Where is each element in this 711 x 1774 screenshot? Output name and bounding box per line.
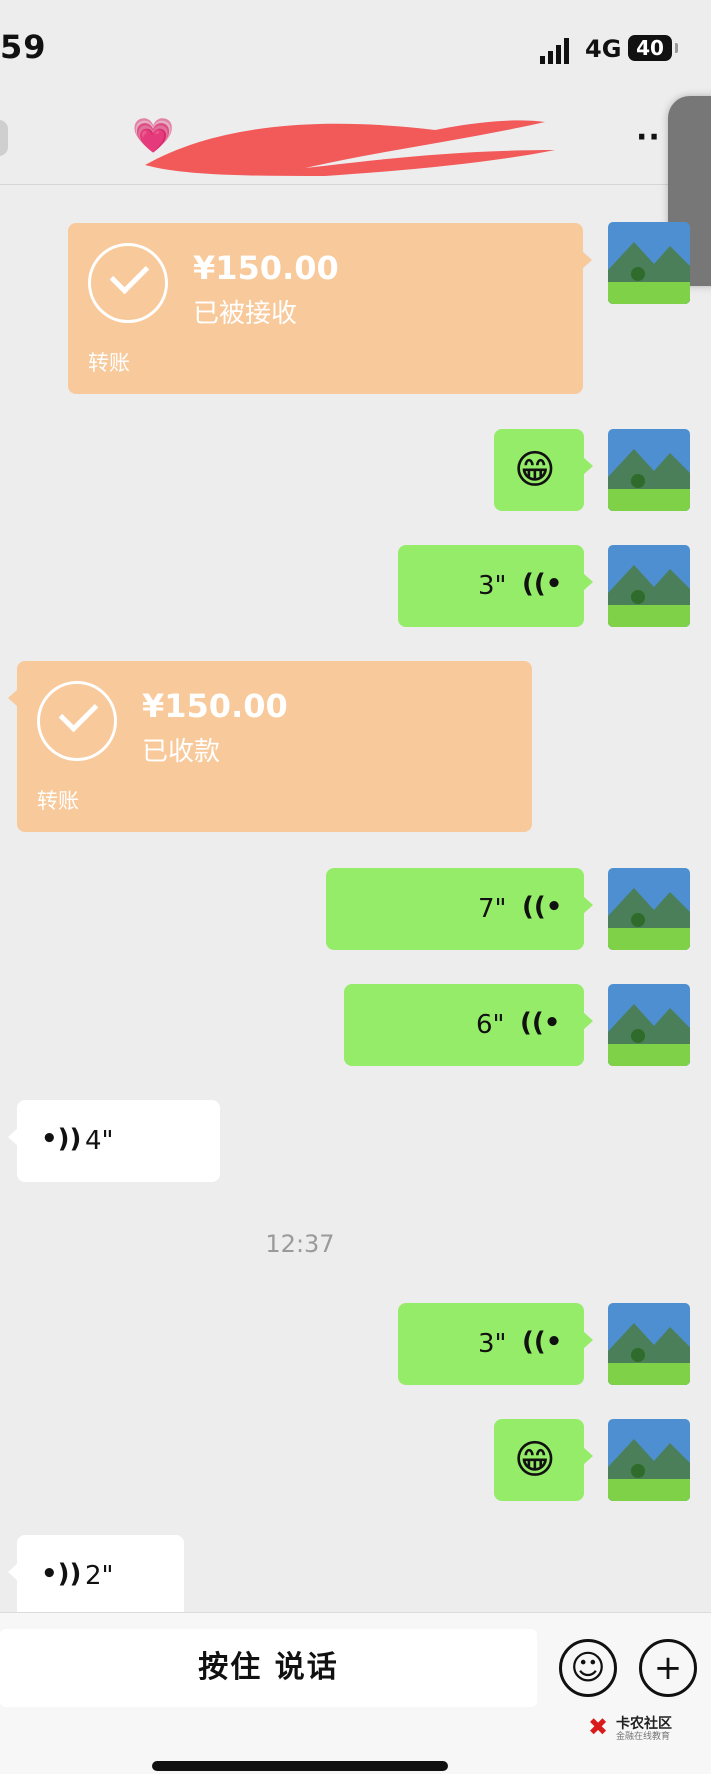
transfer-card[interactable]: ¥150.00 已被接收 转账 — [68, 223, 592, 394]
landscape-avatar-image — [608, 545, 690, 627]
check-circle-icon — [88, 243, 168, 323]
voice-message[interactable]: 7" ((• — [326, 868, 593, 950]
home-indicator — [152, 1761, 448, 1771]
voice-duration: 6" — [476, 1010, 505, 1040]
status-time: 59 — [0, 28, 47, 66]
voice-wave-icon: ((• — [522, 892, 563, 922]
my-avatar[interactable] — [608, 1303, 690, 1385]
voice-duration: 2" — [85, 1561, 114, 1591]
my-avatar[interactable] — [608, 984, 690, 1066]
watermark-subtitle: 金融在线教育 — [616, 1732, 671, 1742]
network-type: 4G — [585, 35, 622, 63]
landscape-avatar-image — [608, 429, 690, 511]
hold-to-talk-button[interactable]: 按住 说话 — [0, 1629, 537, 1707]
transfer-amount: ¥150.00 — [193, 249, 339, 287]
voice-wave-icon: ((• — [522, 1327, 563, 1357]
plus-icon[interactable]: + — [639, 1639, 697, 1697]
voice-duration: 3" — [478, 571, 507, 601]
transfer-amount: ¥150.00 — [142, 687, 288, 725]
voice-wave-icon: ((• — [520, 1008, 561, 1038]
voice-message[interactable]: 3" ((• — [398, 545, 593, 627]
battery-icon: 40 — [628, 35, 678, 61]
smiley-icon[interactable]: ☺ — [559, 1639, 617, 1697]
status-bar: 59 4G 40 — [0, 0, 711, 100]
voice-message[interactable]: 6" ((• — [344, 984, 593, 1066]
grinning-face-emoji: 😁 — [514, 447, 556, 493]
landscape-avatar-image — [608, 1303, 690, 1385]
more-options-button[interactable]: ·· — [636, 120, 661, 155]
voice-wave-icon: •)) — [41, 1559, 82, 1589]
message-timestamp: 12:37 — [265, 1230, 335, 1258]
chat-header: 💗 ·· — [0, 100, 711, 185]
transfer-label: 转账 — [88, 351, 130, 375]
my-avatar[interactable] — [608, 545, 690, 627]
check-circle-icon — [37, 681, 117, 761]
chat-input-bar: 按住 说话 ☺ + ✖ 卡农社区 金融在线教育 — [0, 1612, 711, 1774]
landscape-avatar-image — [608, 222, 690, 304]
voice-duration: 7" — [478, 894, 507, 924]
redacted-chat-title — [145, 120, 555, 176]
my-avatar[interactable] — [608, 1419, 690, 1501]
transfer-status: 已收款 — [142, 737, 221, 767]
landscape-avatar-image — [608, 984, 690, 1066]
back-button[interactable] — [0, 120, 8, 156]
signal-icon — [540, 38, 569, 64]
voice-wave-icon: ((• — [522, 569, 563, 599]
my-avatar[interactable] — [608, 429, 690, 511]
grinning-face-emoji: 😁 — [514, 1437, 556, 1483]
my-avatar[interactable] — [608, 868, 690, 950]
voice-duration: 4" — [85, 1126, 114, 1156]
emoji-message[interactable]: 😁 — [494, 1419, 593, 1501]
watermark-mark-icon: ✖ — [588, 1713, 609, 1741]
transfer-label: 转账 — [37, 789, 79, 813]
watermark-logo: ✖ 卡农社区 金融在线教育 — [588, 1713, 698, 1742]
landscape-avatar-image — [608, 1419, 690, 1501]
landscape-avatar-image — [608, 868, 690, 950]
voice-wave-icon: •)) — [41, 1124, 82, 1154]
voice-message[interactable]: •)) 2" — [8, 1535, 184, 1612]
emoji-message[interactable]: 😁 — [494, 429, 593, 511]
voice-message[interactable]: 3" ((• — [398, 1303, 593, 1385]
voice-message[interactable]: •)) 4" — [8, 1100, 220, 1182]
transfer-card[interactable]: ¥150.00 已收款 转账 — [8, 661, 532, 832]
voice-duration: 3" — [478, 1329, 507, 1359]
transfer-status: 已被接收 — [193, 299, 298, 329]
my-avatar[interactable] — [608, 222, 690, 304]
